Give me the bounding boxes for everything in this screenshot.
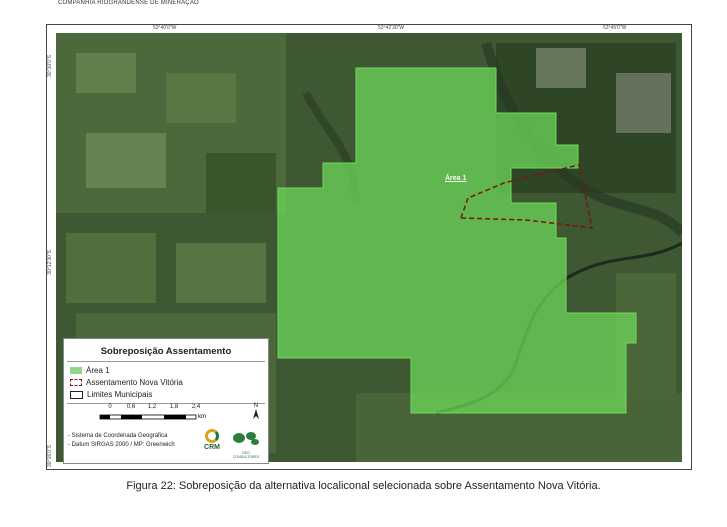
ref-line: - Datum SIRGAS 2000 / MP: Greenwich: [68, 442, 175, 448]
crm-logo: CRM: [197, 429, 227, 459]
geo-logo: GEO CONSULTORES: [229, 430, 263, 459]
world-map-icon: [233, 432, 259, 445]
coord-left-3: 30°15'0"S: [47, 445, 53, 467]
legend-title: Sobreposição Assentamento: [100, 346, 232, 357]
dashed-outline-icon: [70, 379, 82, 387]
company-header: COMPANHIA RIOGRANDENSE DE MINERAÇÃO: [58, 0, 199, 6]
area-swatch-icon: [70, 367, 82, 375]
coord-left-1: 30°10'0"S: [47, 55, 53, 77]
scale-bar-graphic: [99, 414, 197, 420]
legend-divider: [67, 361, 265, 362]
coord-left-2: 30°12'30"S: [47, 250, 53, 275]
figure-caption: Figura 22: Sobreposição da alternativa l…: [126, 480, 601, 492]
legend-item-area: Área 1: [70, 365, 110, 376]
scale-tick: 0: [108, 404, 112, 410]
coord-top-1: 53°40'0"W: [153, 25, 177, 31]
scale-tick: 1,8: [169, 404, 179, 410]
scale-tick: 2,4: [191, 404, 201, 410]
reference-info: - Sistema de Coordenada Geográfica - Dat…: [68, 432, 175, 450]
north-arrow: N: [252, 403, 260, 421]
legend-item-limites: Limites Municipais: [70, 389, 152, 400]
coord-top-3: 53°45'0"W: [603, 25, 627, 31]
legend-item-assentamento: Assentamento Nova Vitória: [70, 377, 183, 388]
ref-line: - Sistema de Coordenada Geográfica: [68, 433, 168, 439]
north-arrow-icon: [253, 409, 259, 419]
coord-top-2: 53°42'30"W: [378, 25, 405, 31]
area-1-label: Área 1: [445, 175, 467, 182]
scale-tick: 0,6: [126, 404, 136, 410]
legend-label: Limites Municipais: [87, 390, 153, 399]
legend-label: Área 1: [86, 366, 110, 375]
outline-icon: [70, 390, 83, 399]
scale-unit: km: [198, 414, 206, 420]
scale-tick: 1,2: [147, 404, 157, 410]
crm-logo-icon: [205, 429, 219, 443]
legend-label: Assentamento Nova Vitória: [86, 378, 183, 387]
scale-bar: 0 0,6 1,2 1,8 2,4 km: [98, 404, 206, 434]
